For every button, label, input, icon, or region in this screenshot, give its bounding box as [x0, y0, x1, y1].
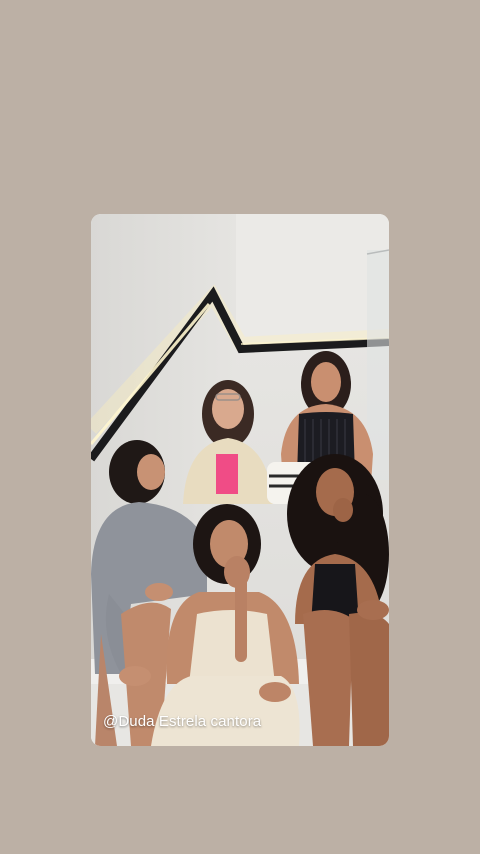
story-caption[interactable]: @Duda Estrela cantora — [103, 713, 261, 730]
story-screen: @Duda Estrela cantora — [0, 0, 480, 854]
story-media-card[interactable]: @Duda Estrela cantora — [91, 214, 389, 746]
group-photo — [91, 214, 389, 746]
